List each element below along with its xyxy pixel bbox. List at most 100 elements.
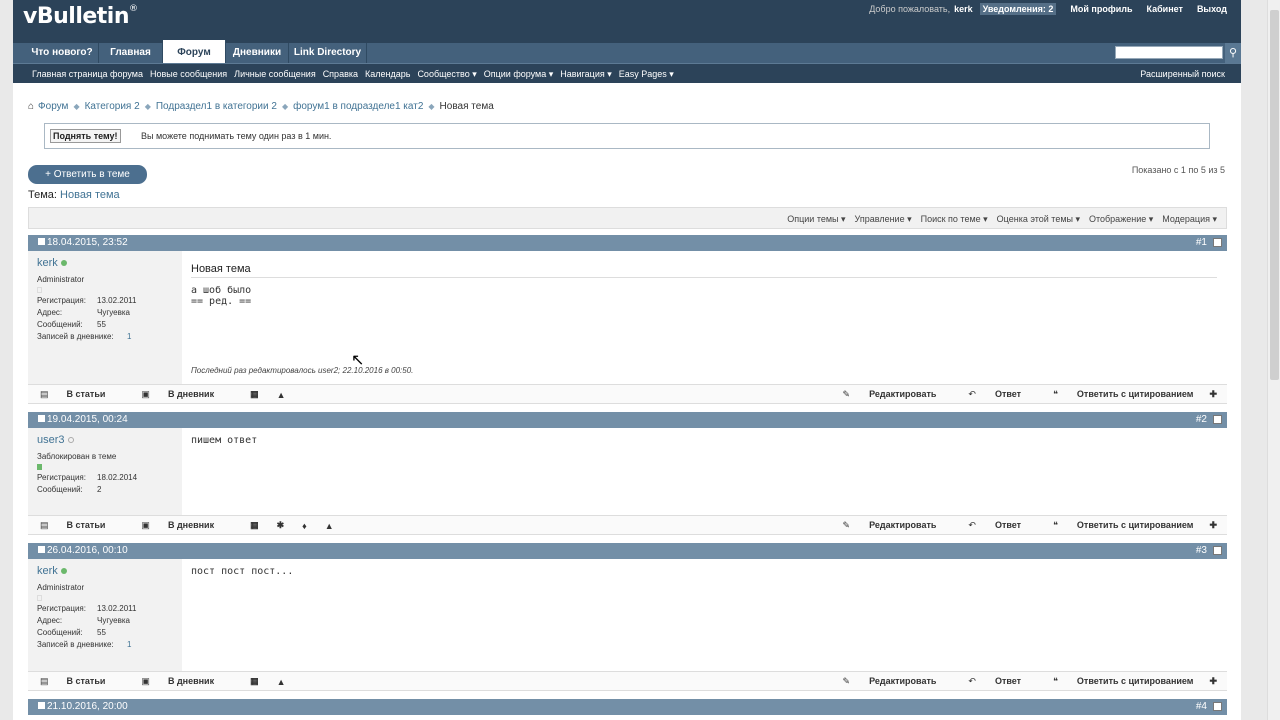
post-author[interactable]: user3 — [37, 434, 65, 446]
scrollbar-thumb[interactable] — [1270, 10, 1279, 380]
user-role: Заблокирован в теме — [37, 452, 117, 461]
thread-title-link[interactable]: Новая тема — [60, 189, 120, 201]
to-diary-button[interactable]: ▣ В дневник — [141, 389, 232, 400]
reply-to-thread-button[interactable]: + Ответить в теме — [28, 165, 147, 184]
manage-menu[interactable]: Управление ▾ — [855, 214, 912, 225]
breadcrumb-category[interactable]: Категория 2 — [85, 101, 140, 112]
blog-icon[interactable]: ▦ — [250, 520, 259, 531]
home-icon[interactable]: ⌂ — [28, 101, 34, 112]
page: vBulletin® Добро пожаловать, kerk Уведом… — [13, 0, 1241, 720]
blog-icon[interactable]: ▦ — [250, 389, 259, 400]
post-content: пост пост пост... — [191, 566, 294, 577]
warning-icon[interactable]: ▲ — [325, 521, 334, 531]
shown-count: Показано с 1 по 5 из 5 — [1131, 165, 1225, 175]
post-author[interactable]: kerk — [37, 257, 58, 269]
post-icon — [38, 238, 45, 245]
to-diary-button[interactable]: ▣ В дневник — [141, 676, 232, 687]
post-select-checkbox[interactable] — [1213, 415, 1222, 424]
post-date: 19.04.2015, 00:24 — [47, 414, 128, 425]
quote-reply-button[interactable]: ❝ Ответить с цитированием — [1037, 389, 1193, 400]
edit-button[interactable]: ✎ Редактировать — [827, 520, 937, 531]
subnav-community[interactable]: Сообщество ▾ — [417, 69, 476, 80]
user-info: kerk Administrator Регистрация: 13.02.201… — [28, 251, 182, 385]
post-number[interactable]: #2 — [1196, 414, 1207, 425]
to-articles-button[interactable]: ▤ В статьи — [40, 676, 123, 687]
post-icon — [38, 415, 45, 422]
search-icon[interactable]: ⚲ — [1225, 43, 1241, 63]
subnav-new-posts[interactable]: Новые сообщения — [150, 69, 227, 80]
tab-forum[interactable]: Форум — [163, 40, 226, 63]
post-content: а шоб было == ред. == — [191, 285, 252, 307]
display-menu[interactable]: Отображение ▾ — [1089, 214, 1153, 225]
search-thread-menu[interactable]: Поиск по теме ▾ — [921, 214, 988, 225]
multiquote-icon[interactable]: ✚ — [1209, 520, 1217, 531]
subnav-navigation[interactable]: Навигация ▾ — [560, 69, 611, 80]
blog-icon[interactable]: ▦ — [250, 676, 259, 687]
my-profile-link[interactable]: Мой профиль — [1070, 4, 1132, 14]
edit-button[interactable]: ✎ Редактировать — [827, 676, 937, 687]
to-diary-button[interactable]: ▣ В дневник — [141, 520, 232, 531]
post-footer: ▤ В статьи ▣ В дневник ▦ ▲ ✎ Редактировать … — [28, 671, 1227, 691]
nav-tabs: Что нового? Главная Форум Дневники Link … — [13, 40, 1241, 63]
logo[interactable]: vBulletin® — [23, 4, 138, 29]
post-select-checkbox[interactable] — [1213, 702, 1222, 711]
user-role: Administrator — [37, 275, 85, 284]
quote-reply-button[interactable]: ❝ Ответить с цитированием — [1037, 676, 1193, 687]
post-number[interactable]: #3 — [1196, 545, 1207, 556]
to-articles-button[interactable]: ▤ В статьи — [40, 389, 123, 400]
reputation-give-icon[interactable]: ♦ — [302, 521, 307, 531]
post-date: 26.04.2016, 00:10 — [47, 545, 128, 556]
search-input[interactable] — [1115, 46, 1223, 59]
post-select-checkbox[interactable] — [1213, 546, 1222, 555]
reputation-icon — [37, 595, 42, 601]
subnav-calendar[interactable]: Календарь — [365, 69, 410, 80]
post-author[interactable]: kerk — [37, 565, 58, 577]
bump-thread-button[interactable]: Поднять тему! — [50, 129, 121, 143]
post-footer: ▤ В статьи ▣ В дневник ▦ ▲ ✎ Редактировать … — [28, 384, 1227, 404]
user-role: Administrator — [37, 583, 85, 592]
subnav-easy-pages[interactable]: Easy Pages ▾ — [619, 69, 674, 80]
post-header: 21.10.2016, 20:00 #4 — [28, 699, 1227, 715]
quote-reply-button[interactable]: ❝ Ответить с цитированием — [1037, 520, 1193, 531]
breadcrumb-forum[interactable]: Форум — [38, 101, 68, 112]
tab-home[interactable]: Главная — [99, 43, 163, 63]
tab-whats-new[interactable]: Что нового? — [26, 43, 99, 63]
reply-button[interactable]: ↶ Ответ — [952, 389, 1021, 400]
rate-thread-menu[interactable]: Оценка этой темы ▾ — [997, 214, 1080, 225]
multiquote-icon[interactable]: ✚ — [1209, 389, 1217, 400]
tab-link-directory[interactable]: Link Directory — [289, 43, 367, 63]
thread-options-menu[interactable]: Опции темы ▾ — [787, 214, 845, 225]
post-title: Новая тема — [191, 263, 1217, 278]
thread-title: Тема: Новая тема — [28, 189, 120, 201]
reply-button[interactable]: ↶ Ответ — [952, 676, 1021, 687]
subnav-forum-home[interactable]: Главная страница форума — [32, 69, 143, 80]
post-select-checkbox[interactable] — [1213, 238, 1222, 247]
edit-button[interactable]: ✎ Редактировать — [827, 389, 937, 400]
post-header: 18.04.2015, 23:52 #1 — [28, 235, 1227, 251]
advanced-search-link[interactable]: Расширенный поиск — [1140, 69, 1225, 79]
subnav-private-messages[interactable]: Личные сообщения — [234, 69, 316, 80]
scrollbar[interactable] — [1267, 0, 1280, 720]
tab-diaries[interactable]: Дневники — [226, 43, 289, 63]
multiquote-icon[interactable]: ✚ — [1209, 676, 1217, 687]
notifications-dropdown[interactable]: Уведомления: 2 — [979, 3, 1057, 15]
reputation-icon — [37, 464, 42, 470]
username-link[interactable]: kerk — [954, 4, 973, 14]
logout-link[interactable]: Выход — [1197, 4, 1227, 14]
reply-button[interactable]: ↶ Ответ — [952, 520, 1021, 531]
warning-icon[interactable]: ▲ — [277, 390, 286, 400]
post-icon — [38, 702, 45, 709]
infraction-icon[interactable]: ✱ — [277, 520, 285, 531]
moderation-menu[interactable]: Модерация ▾ — [1162, 214, 1217, 225]
to-articles-button[interactable]: ▤ В статьи — [40, 520, 123, 531]
post-footer: ▤ В статьи ▣ В дневник ▦ ✱ ♦ ▲ ✎ Редактиров… — [28, 515, 1227, 535]
subnav-help[interactable]: Справка — [323, 69, 358, 80]
post-number[interactable]: #4 — [1196, 701, 1207, 712]
breadcrumb-subsection[interactable]: Подраздел1 в категории 2 — [156, 101, 277, 112]
breadcrumb-subforum[interactable]: форум1 в подразделе1 кат2 — [293, 101, 423, 112]
cabinet-link[interactable]: Кабинет — [1147, 4, 1183, 14]
subnav-forum-options[interactable]: Опции форума ▾ — [484, 69, 554, 80]
online-status-icon — [60, 260, 67, 266]
warning-icon[interactable]: ▲ — [277, 677, 286, 687]
post-number[interactable]: #1 — [1196, 237, 1207, 248]
